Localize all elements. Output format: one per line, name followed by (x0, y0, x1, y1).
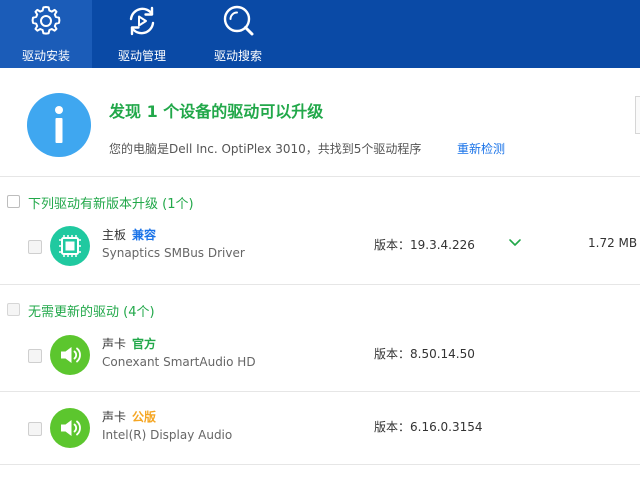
search-icon (223, 5, 254, 36)
driver-tag: 兼容 (132, 228, 157, 242)
divider (0, 176, 640, 177)
tab-driver-install[interactable]: 驱动安装 (0, 0, 92, 68)
speaker-icon (50, 408, 90, 448)
driver-version: 版本：19.3.4.226 (374, 238, 475, 252)
divider (0, 464, 640, 465)
driver-tag: 官方 (132, 337, 157, 351)
tab-label: 驱动搜索 (213, 49, 262, 63)
top-nav-bar: 驱动安装 驱动管理 驱动搜索 (0, 0, 640, 68)
section-title: 下列驱动有新版本升级 (1个) (28, 197, 194, 212)
divider (0, 391, 640, 392)
driver-version: 版本：6.16.0.3154 (374, 420, 483, 434)
section-upgradable: 下列驱动有新版本升级 (1个) (0, 190, 640, 214)
refresh-icon (129, 6, 155, 36)
driver-tag: 公版 (132, 410, 157, 424)
computer-model-text: 您的电脑是Dell Inc. OptiPlex 3010，共找到5个驱动程序 (109, 142, 422, 156)
divider (0, 284, 640, 285)
driver-checkbox[interactable] (28, 240, 42, 254)
tab-label: 驱动安装 (21, 49, 70, 63)
driver-row[interactable]: 声卡 官方 Conexant SmartAudio HD 版本：8.50.14.5… (0, 327, 640, 387)
scan-summary: 发现 1 个设备的驱动可以升级 您的电脑是Dell Inc. OptiPlex … (0, 90, 640, 176)
tab-driver-manage[interactable]: 驱动管理 (96, 0, 188, 68)
motherboard-icon (50, 226, 90, 266)
speaker-icon (50, 335, 90, 375)
driver-category: 主板 兼容 (102, 228, 157, 242)
driver-checkbox[interactable] (28, 422, 42, 436)
chevron-down-icon[interactable] (507, 234, 523, 250)
section-select-all-checkbox[interactable] (7, 195, 20, 208)
driver-row[interactable]: 声卡 公版 Intel(R) Display Audio 版本：6.16.0.31… (0, 400, 640, 460)
driver-category: 声卡 公版 (102, 410, 157, 424)
summary-headline: 发现 1 个设备的驱动可以升级 (109, 102, 324, 121)
gear-icon (31, 6, 61, 35)
driver-category: 声卡 官方 (102, 337, 157, 351)
driver-version: 版本：8.50.14.50 (374, 347, 475, 361)
driver-name: Synaptics SMBus Driver (102, 246, 245, 260)
tab-label: 驱动管理 (117, 49, 166, 63)
section-select-all-checkbox[interactable] (7, 303, 20, 316)
driver-name: Conexant SmartAudio HD (102, 355, 256, 369)
driver-row[interactable]: 主板 兼容 Synaptics SMBus Driver 版本：19.3.4.22… (0, 218, 640, 278)
section-up-to-date: 无需更新的驱动 (4个) (0, 298, 640, 322)
scrollbar[interactable] (635, 96, 640, 134)
driver-checkbox[interactable] (28, 349, 42, 363)
recheck-link[interactable]: 重新检测 (457, 140, 505, 157)
info-icon (27, 93, 91, 157)
driver-name: Intel(R) Display Audio (102, 428, 233, 442)
driver-size: 1.72 MB (588, 236, 638, 250)
tab-driver-search[interactable]: 驱动搜索 (192, 0, 284, 68)
section-title: 无需更新的驱动 (4个) (28, 305, 155, 320)
